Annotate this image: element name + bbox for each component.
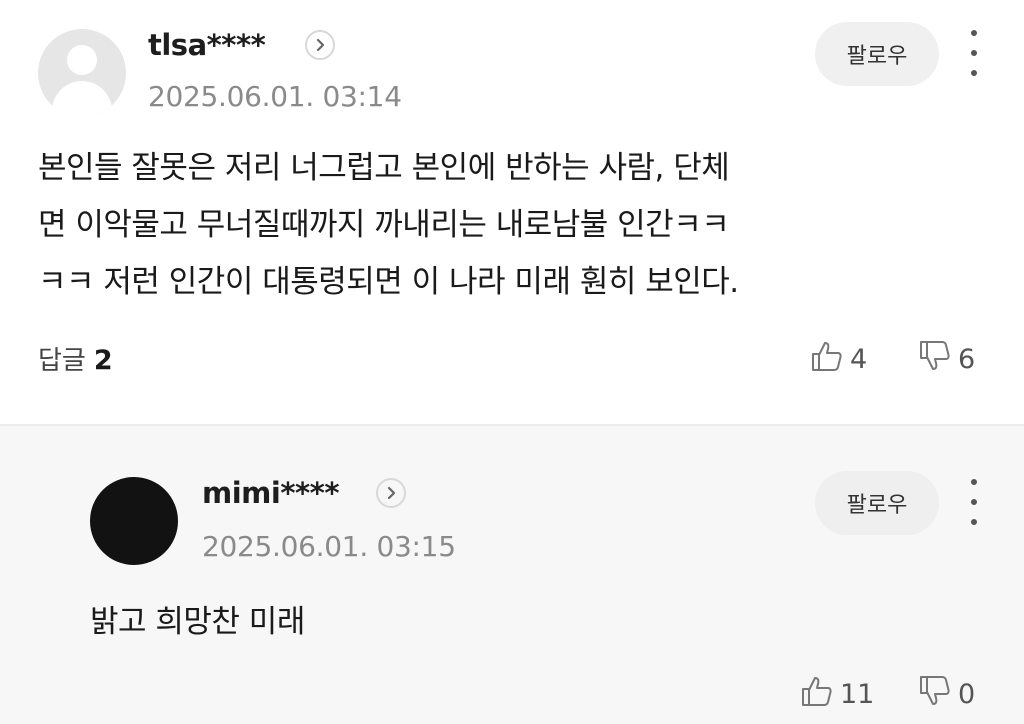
reply-count: 2 [93, 345, 113, 376]
reply-button[interactable]: 답글 2 [38, 340, 113, 377]
like-button[interactable]: 4 [810, 340, 867, 379]
comment-text-line: 밝고 희망찬 미래 [90, 604, 305, 640]
dislike-button[interactable]: 0 [918, 675, 975, 714]
comment-text-line: ㅋㅋ 저런 인간이 대통령되면 이 나라 미래 훤히 보인다. [38, 264, 739, 300]
reply-label: 답글 [38, 346, 86, 376]
comment-text-line: 면 이악물고 무너질때까지 까내리는 내로남불 인간ㅋㅋ [38, 207, 730, 243]
comment-text: 밝고 희망찬 미래 [90, 594, 305, 651]
dislike-count: 0 [958, 679, 976, 710]
thumbs-up-icon [810, 340, 844, 379]
comments-page: tlsa**** 2025.06.01. 03:14 팔로우 본인들 잘못은 저… [0, 0, 1024, 724]
user-placeholder-icon [67, 45, 97, 75]
thumbs-up-icon [800, 675, 834, 714]
more-vertical-icon[interactable] [962, 479, 986, 525]
thumbs-down-icon [918, 675, 952, 714]
comment-text: 본인들 잘못은 저리 너그럽고 본인에 반하는 사람, 단체 면 이악물고 무너… [38, 140, 739, 311]
username[interactable]: mimi**** [202, 476, 339, 510]
like-count: 4 [850, 344, 868, 375]
dislike-count: 6 [958, 344, 976, 375]
thumbs-down-icon [918, 340, 952, 379]
timestamp: 2025.06.01. 03:15 [202, 530, 456, 563]
follow-button[interactable]: 팔로우 [815, 471, 939, 535]
like-count: 11 [840, 679, 875, 710]
avatar[interactable] [38, 29, 126, 117]
like-button[interactable]: 11 [800, 675, 874, 714]
follow-button[interactable]: 팔로우 [815, 22, 939, 86]
username[interactable]: tlsa**** [148, 28, 266, 62]
timestamp: 2025.06.01. 03:14 [148, 80, 402, 113]
avatar[interactable] [90, 477, 178, 565]
comment-item: tlsa**** 2025.06.01. 03:14 팔로우 본인들 잘못은 저… [0, 0, 1024, 424]
dislike-button[interactable]: 6 [918, 340, 975, 379]
chevron-right-icon[interactable] [305, 30, 335, 60]
comment-text-line: 본인들 잘못은 저리 너그럽고 본인에 반하는 사람, 단체 [38, 150, 730, 186]
more-vertical-icon[interactable] [962, 30, 986, 76]
chevron-right-icon[interactable] [376, 478, 406, 508]
